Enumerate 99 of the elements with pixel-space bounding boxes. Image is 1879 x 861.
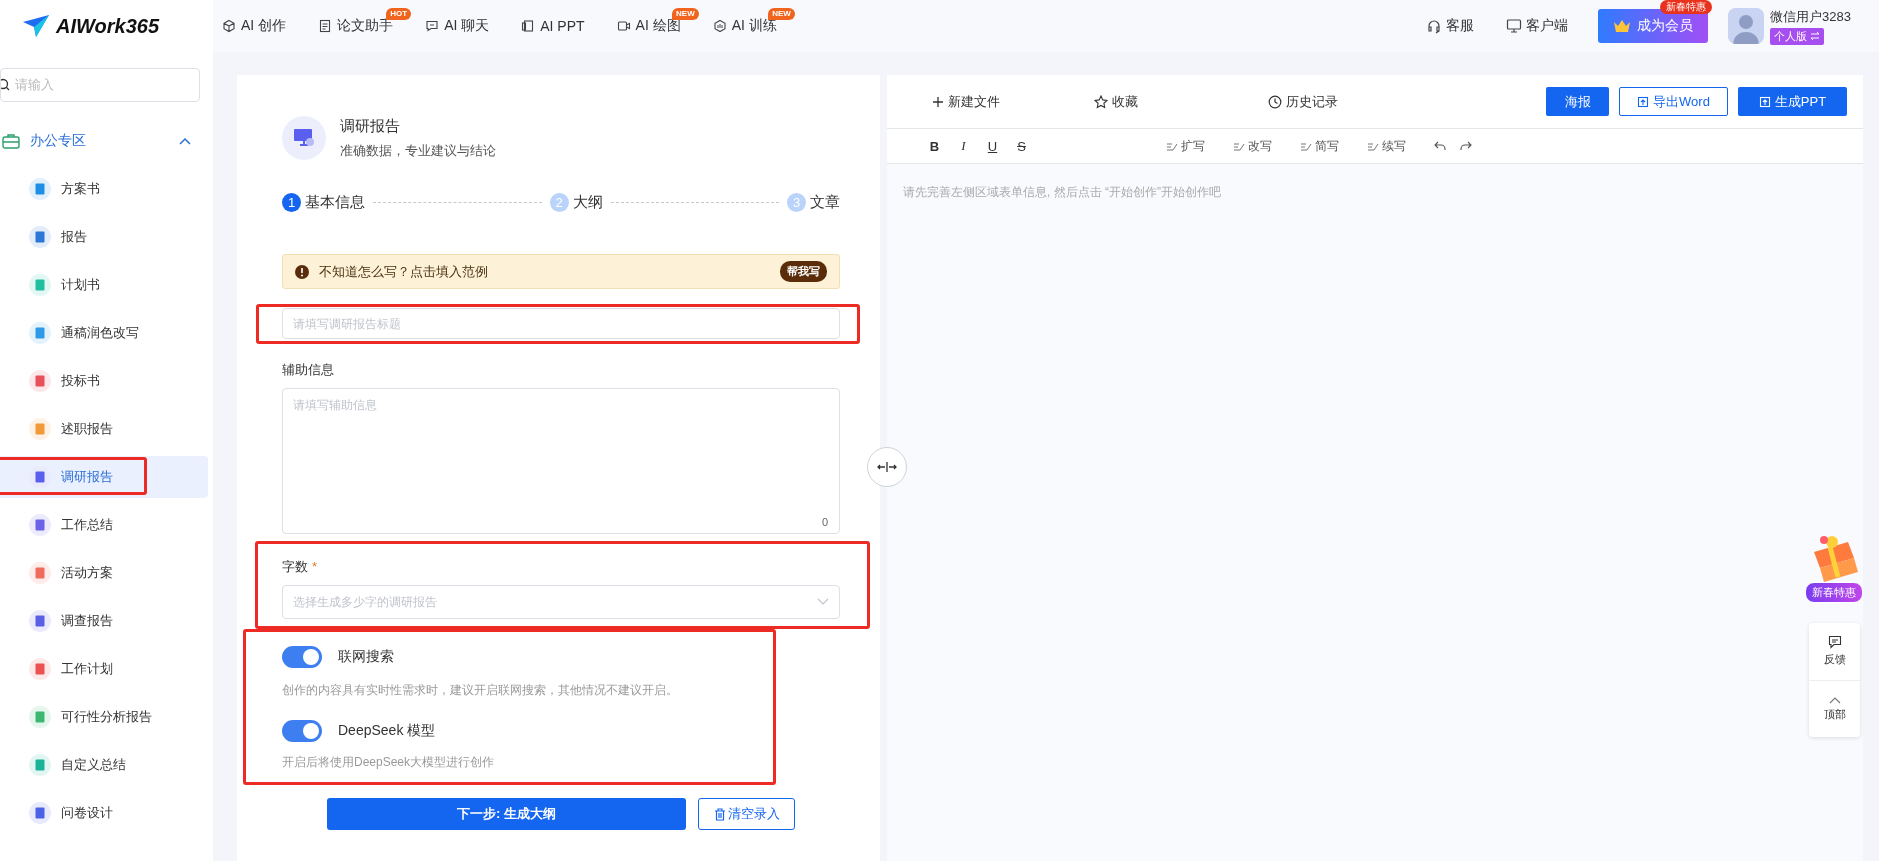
nav-link[interactable]: AI 创作 [222, 17, 287, 35]
search-icon [1, 78, 11, 92]
sidebar-item[interactable]: 工作计划 [0, 645, 208, 693]
sidebar-item[interactable]: 可行性分析报告 [0, 693, 208, 741]
sidebar-item[interactable]: 述职报告 [0, 405, 208, 453]
favorite-button[interactable]: 收藏 [1094, 92, 1138, 111]
sidebar-item[interactable]: 通稿润色改写 [0, 309, 208, 357]
sidebar-item[interactable]: 问卷设计 [0, 789, 208, 837]
action-button[interactable]: 导出Word [1619, 87, 1728, 116]
chevron-down-icon [817, 598, 829, 606]
step-label: 大纲 [572, 192, 603, 212]
title-field[interactable]: 请填写调研报告标题 [282, 308, 840, 339]
sidebar-item[interactable]: 方案书 [0, 165, 208, 213]
tip-text: 不知道怎么写？点击填入范例 [319, 262, 488, 281]
action-button[interactable]: 海报 [1546, 87, 1609, 116]
next-button[interactable]: 下一步: 生成大纲 [327, 798, 686, 830]
back-to-top-button[interactable]: 顶部 [1809, 679, 1860, 737]
pen-icon [1233, 141, 1245, 151]
clear-button[interactable]: 清空录入 [698, 798, 795, 830]
warning-icon [295, 264, 309, 279]
feedback-button[interactable]: 反馈 [1809, 623, 1860, 680]
chat-icon [425, 19, 440, 33]
step-label: 基本信息 [305, 192, 365, 212]
format-button[interactable]: B [920, 138, 949, 154]
field-label: 辅助信息 [282, 361, 335, 379]
toggle-switch[interactable] [282, 720, 322, 742]
format-button[interactable]: U [978, 138, 1007, 154]
cube-icon [222, 19, 236, 33]
ai-tool-button[interactable]: 续写 [1367, 137, 1406, 155]
nav-link[interactable]: AI 聊天 [425, 17, 490, 35]
plus-icon [932, 95, 944, 108]
sidebar-item[interactable]: 报告 [0, 213, 208, 261]
user-name: 微信用户3283 [1770, 7, 1851, 26]
headset-icon [1426, 18, 1443, 34]
undo-icon[interactable] [1434, 141, 1446, 151]
toggle-description: 创作的内容具有实时性需求时，建议开启联网搜索，其他情况不建议开启。 [282, 682, 679, 698]
sidebar-item[interactable]: 调研报告 [0, 456, 208, 498]
char-count: 0 [821, 516, 828, 528]
client-link[interactable]: 客户端 [1500, 16, 1575, 36]
new-file-button[interactable]: 新建文件 [932, 92, 1000, 111]
toggle-label: DeepSeek 模型 [338, 722, 436, 740]
sidebar-item[interactable]: 投标书 [0, 357, 208, 405]
avatar[interactable] [1728, 8, 1765, 44]
nav-badge: NEW [768, 8, 795, 20]
page-subtitle: 准确数据，专业建议与结论 [340, 141, 496, 160]
camera-icon [616, 19, 631, 33]
trash-icon [713, 807, 726, 821]
document-icon [318, 19, 333, 33]
ai-tool-button[interactable]: 扩写 [1166, 137, 1205, 155]
required-mark: * [312, 558, 318, 576]
field-label: 字数 [282, 558, 308, 576]
upload-icon [1637, 95, 1650, 108]
nav-badge: NEW [672, 8, 699, 20]
promo-badge: 新春特惠 [1660, 0, 1713, 14]
logo-icon [22, 14, 50, 38]
action-button[interactable]: 生成PPT [1738, 87, 1847, 116]
step-label: 文章 [810, 192, 840, 212]
sidebar-item[interactable]: 调查报告 [0, 597, 208, 645]
promo-label[interactable]: 新春特惠 [1805, 582, 1863, 603]
step-number: 2 [549, 192, 569, 212]
group-header[interactable]: 办公专区 [0, 117, 213, 165]
briefcase-icon [2, 133, 20, 149]
crown-icon [1613, 19, 1632, 33]
help-button[interactable]: 帮我写 [780, 261, 827, 282]
pen-icon [1367, 141, 1379, 151]
page-title: 调研报告 [340, 116, 401, 136]
pen-icon [1300, 141, 1312, 151]
monitor-icon [282, 116, 326, 160]
plan-badge[interactable]: 个人版 [1770, 27, 1825, 45]
monitor-icon [1506, 18, 1523, 34]
resize-icon [877, 461, 897, 473]
nav-link[interactable]: AI 训练 [712, 17, 777, 35]
format-button[interactable]: I [949, 138, 978, 154]
chat-icon [1827, 635, 1842, 650]
clock-icon [1268, 94, 1282, 109]
star-icon [1094, 94, 1108, 109]
format-button[interactable]: S [1007, 138, 1036, 154]
step-number: 1 [282, 192, 301, 212]
sidebar-item[interactable]: 计划书 [0, 261, 208, 309]
hexagon-icon [712, 19, 727, 33]
chevron-up-icon [1828, 695, 1841, 704]
service-link[interactable]: 客服 [1420, 16, 1481, 36]
toggle-switch[interactable] [282, 646, 322, 668]
redo-icon[interactable] [1460, 141, 1472, 151]
nav-badge: HOT [386, 8, 412, 20]
toggle-label: 联网搜索 [338, 648, 394, 666]
step-number: 3 [787, 192, 806, 212]
nav-link[interactable]: AI PPT [521, 18, 585, 34]
ai-tool-button[interactable]: 改写 [1233, 137, 1272, 155]
pen-icon [1166, 141, 1178, 151]
swap-icon [1810, 31, 1821, 41]
sidebar-item[interactable]: 活动方案 [0, 549, 208, 597]
logo-text: AIWork365 [56, 14, 159, 38]
ai-tool-button[interactable]: 简写 [1300, 137, 1339, 155]
sidebar-item[interactable]: 自定义总结 [0, 741, 208, 789]
group-label: 办公专区 [30, 132, 86, 150]
toggle-description: 开启后将使用DeepSeek大模型进行创作 [282, 754, 496, 770]
history-button[interactable]: 历史记录 [1268, 92, 1338, 111]
sidebar-item[interactable]: 工作总结 [0, 501, 208, 549]
